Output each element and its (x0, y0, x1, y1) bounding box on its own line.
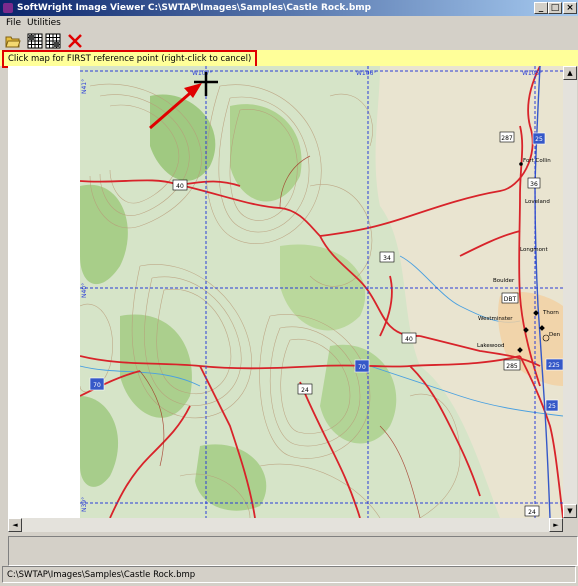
town-label: Longmont (520, 247, 549, 253)
town-label: Fort Collin (523, 158, 551, 164)
grid-label-w105: W105° (522, 70, 542, 77)
route-shield: 36 (527, 177, 541, 189)
scroll-up-button[interactable]: ▲ (563, 66, 577, 80)
svg-text:25: 25 (535, 136, 543, 143)
svg-text:40: 40 (176, 183, 184, 190)
route-shield: 70 (89, 377, 105, 391)
svg-text:34: 34 (383, 255, 391, 262)
route-shield: 287 (499, 131, 515, 143)
svg-text:24: 24 (301, 387, 309, 394)
grid-label-n39: N39° (81, 497, 88, 512)
toolbar (0, 32, 578, 50)
route-shield: 225 (545, 358, 563, 371)
info-panel (8, 536, 578, 566)
route-shield: 34 (379, 251, 395, 263)
scroll-down-button[interactable]: ▼ (563, 504, 577, 518)
svg-text:225: 225 (548, 362, 560, 369)
route-shield: 25 (532, 132, 546, 145)
route-shield: 285 (503, 359, 521, 371)
grid-icon[interactable] (27, 33, 43, 49)
horizontal-scrollbar[interactable]: ◄ ► (8, 518, 563, 532)
svg-text:24: 24 (528, 509, 536, 516)
scroll-right-button[interactable]: ► (549, 518, 563, 532)
route-shield: 24 (297, 383, 313, 395)
grid-label-n40: N40° (81, 283, 88, 298)
town-label: Lakewood (477, 343, 505, 349)
route-shield: 40 (172, 179, 188, 191)
route-shield: 40 (401, 332, 417, 344)
town-label: Thorn (542, 310, 559, 316)
grid-label-n41: N41° (81, 79, 88, 94)
grid-icon[interactable] (45, 33, 61, 49)
cancel-x-icon[interactable] (67, 33, 83, 49)
svg-text:25: 25 (548, 403, 556, 410)
svg-text:285: 285 (506, 363, 518, 370)
svg-text:DBT: DBT (504, 296, 517, 303)
scroll-left-button[interactable]: ◄ (8, 518, 22, 532)
menu-file[interactable]: File (6, 18, 21, 28)
route-shield: 24 (524, 505, 540, 517)
svg-text:36: 36 (530, 181, 538, 188)
route-shield: 25 (545, 399, 559, 412)
window-title: SoftWright Image Viewer C:\SWTAP\Images\… (17, 3, 372, 13)
title-bar: SoftWright Image Viewer C:\SWTAP\Images\… (0, 0, 578, 16)
town-label: Den (549, 332, 561, 338)
vertical-scrollbar[interactable]: ▲ ▼ (563, 66, 577, 518)
menu-bar: File Utilities (0, 16, 578, 31)
topographic-map[interactable]: W107° W106° W105° N41° N40° N39° 287 25 … (80, 66, 563, 518)
menu-utilities[interactable]: Utilities (27, 18, 61, 28)
maximize-button[interactable]: □ (548, 2, 562, 14)
app-icon (3, 3, 13, 13)
instruction-bar: Click map for FIRST reference point (rig… (0, 50, 578, 68)
left-panel (8, 66, 80, 518)
svg-text:40: 40 (405, 336, 413, 343)
route-shield: DBT (501, 292, 519, 304)
grid-label-w106: W106° (356, 70, 376, 77)
scrollbar-corner (563, 518, 577, 532)
svg-text:70: 70 (358, 364, 366, 371)
svg-text:287: 287 (501, 135, 513, 142)
open-folder-icon[interactable] (5, 33, 21, 49)
status-bar: C:\SWTAP\Images\Samples\Castle Rock.bmp (2, 566, 576, 583)
svg-text:70: 70 (93, 382, 101, 389)
town-label: Westminster (478, 316, 513, 322)
town-label: Loveland (525, 199, 550, 205)
minimize-button[interactable]: _ (534, 2, 548, 14)
town-label: Boulder (493, 278, 515, 284)
map-view[interactable]: W107° W106° W105° N41° N40° N39° 287 25 … (80, 66, 563, 518)
close-button[interactable]: × (563, 2, 577, 14)
route-shield: 70 (354, 359, 370, 373)
grid-label-w107: W107° (192, 70, 212, 77)
